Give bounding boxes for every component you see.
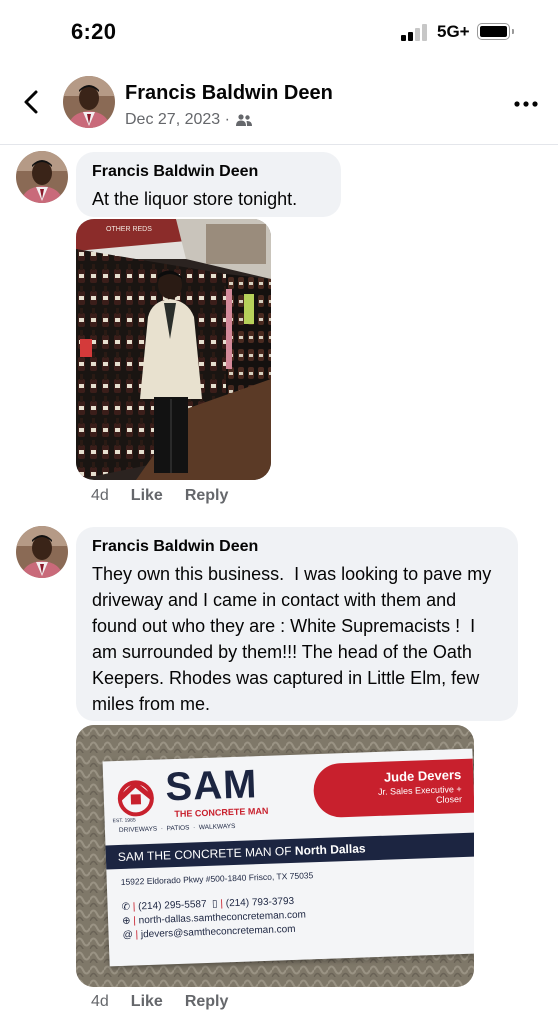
comment-author[interactable]: Francis Baldwin Deen bbox=[92, 162, 325, 182]
comment-actions: 4d Like Reply bbox=[91, 993, 228, 1011]
header-meta: Dec 27, 2023 · bbox=[125, 111, 252, 129]
chevron-left-icon bbox=[24, 90, 38, 114]
more-options-button[interactable] bbox=[513, 96, 539, 107]
reply-button[interactable]: Reply bbox=[185, 993, 229, 1011]
contact-list: ✆ | (214) 295-5587 ▯ | (214) 793-3793 ⊕ … bbox=[121, 895, 307, 941]
liquor-store-photo[interactable]: OTHER REDS bbox=[76, 219, 271, 480]
store-sign: OTHER REDS bbox=[106, 226, 152, 233]
friends-icon bbox=[235, 114, 252, 126]
network-type: 5G+ bbox=[437, 22, 470, 41]
comment-avatar[interactable] bbox=[16, 151, 68, 203]
comment-bubble: Francis Baldwin Deen At the liquor store… bbox=[76, 152, 341, 217]
avatar[interactable] bbox=[63, 76, 115, 128]
signal-icon bbox=[401, 23, 431, 41]
house-logo-icon bbox=[117, 780, 154, 817]
like-button[interactable]: Like bbox=[131, 487, 163, 505]
battery-icon bbox=[477, 23, 514, 40]
phone-icon: ✆ bbox=[121, 901, 131, 913]
more-dots-icon bbox=[514, 101, 538, 107]
band-prefix: SAM THE CONCRETE MAN OF bbox=[117, 843, 296, 865]
header-author-name[interactable]: Francis Baldwin Deen bbox=[125, 82, 333, 105]
comment-actions: 4d Like Reply bbox=[91, 487, 228, 505]
back-button[interactable] bbox=[18, 88, 46, 116]
est-text: EST. 1985 bbox=[112, 817, 136, 825]
post-header: Francis Baldwin Deen Dec 27, 2023 · bbox=[0, 62, 558, 145]
status-time: 6:20 bbox=[71, 19, 117, 44]
like-button[interactable]: Like bbox=[131, 993, 163, 1011]
address-text: 15922 Eldorado Pkwy #500-1840 Frisco, TX… bbox=[120, 870, 314, 887]
comment-avatar[interactable] bbox=[16, 526, 68, 578]
name-pill: Jude Devers Jr. Sales Executive + Closer bbox=[312, 758, 474, 819]
reply-button[interactable]: Reply bbox=[185, 487, 229, 505]
location-band: SAM THE CONCRETE MAN OF North Dallas bbox=[105, 832, 474, 870]
status-bar: 6:20 5G+ bbox=[0, 0, 558, 62]
comment-age: 4d bbox=[91, 993, 109, 1010]
business-card: EST. 1985 SAM THE CONCRETE MAN DRIVEWAYS… bbox=[102, 748, 474, 967]
mobile-phone: (214) 793-3793 bbox=[225, 895, 295, 910]
office-phone: (214) 295-5587 bbox=[138, 898, 207, 913]
comment-text: They own this business. I was looking to… bbox=[92, 564, 497, 714]
globe-icon: ⊕ bbox=[121, 915, 131, 927]
business-card-photo[interactable]: EST. 1985 SAM THE CONCRETE MAN DRIVEWAYS… bbox=[76, 725, 474, 987]
comment-author[interactable]: Francis Baldwin Deen bbox=[92, 537, 502, 557]
band-location: North Dallas bbox=[294, 841, 366, 858]
comment-bubble: Francis Baldwin Deen They own this busin… bbox=[76, 527, 518, 721]
services-text: DRIVEWAYS · PATIOS · WALKWAYS bbox=[118, 822, 236, 834]
mobile-icon: ▯ bbox=[211, 898, 218, 910]
comment-age: 4d bbox=[91, 487, 109, 504]
brand-sub: THE CONCRETE MAN bbox=[174, 805, 269, 820]
brand-name: SAM bbox=[164, 762, 259, 810]
email-icon: @ bbox=[122, 929, 133, 941]
comment-text: At the liquor store tonight. bbox=[92, 189, 298, 209]
post-date: Dec 27, 2023 · bbox=[125, 111, 230, 128]
